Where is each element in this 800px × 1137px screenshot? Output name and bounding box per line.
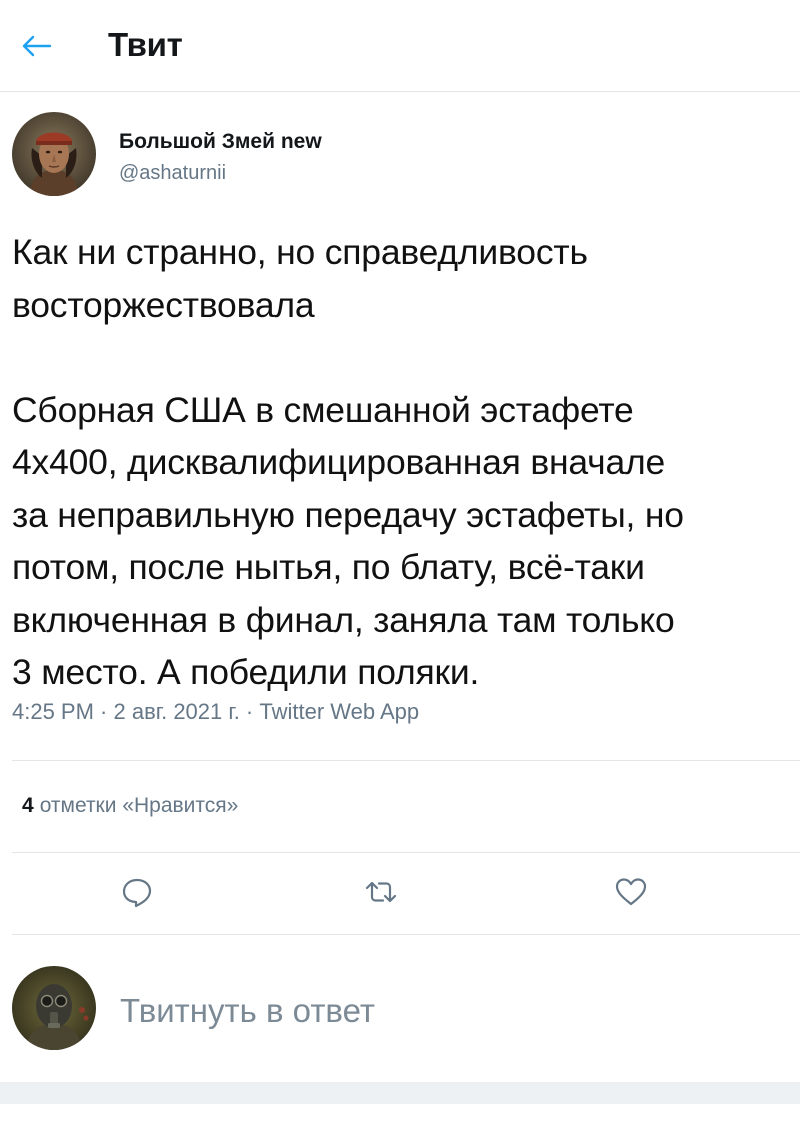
tweet-author: Большой Змей new @ashaturnii: [12, 112, 712, 202]
author-display-name[interactable]: Большой Змей new: [119, 128, 322, 156]
tweet-line: 3 место. А победили поляки.: [12, 652, 480, 692]
divider: [12, 934, 800, 935]
author-avatar[interactable]: [12, 112, 96, 196]
tweet-timestamp-source[interactable]: 4:25 PM · 2 авг. 2021 г. · Twitter Web A…: [12, 696, 419, 728]
tweet-body: Как ни странно, но справедливость востор…: [12, 226, 792, 699]
heart-icon: [615, 878, 647, 906]
tweet-line: потом, после нытья, по блату, всё-таки: [12, 547, 645, 587]
like-button[interactable]: [608, 872, 654, 912]
divider: [12, 852, 800, 853]
user-avatar[interactable]: [12, 966, 96, 1050]
likes-stat[interactable]: 4 отметки «Нравится»: [22, 790, 238, 822]
retweet-icon: [365, 881, 397, 903]
tweet-line: Как ни странно, но справедливость: [12, 232, 588, 272]
likes-count: 4: [22, 794, 34, 817]
reply-composer: [0, 936, 800, 1076]
retweet-button[interactable]: [358, 872, 404, 912]
tweet-line: за неправильную передачу эстафеты, но: [12, 494, 684, 535]
tweet-line: 4x400, дисквалифицированная вначале: [12, 442, 666, 482]
divider: [12, 760, 800, 761]
reply-button[interactable]: [114, 872, 160, 912]
back-button[interactable]: [14, 26, 58, 66]
arrow-left-icon: [22, 35, 52, 57]
section-separator: [0, 1082, 800, 1104]
likes-label: отметки «Нравится»: [39, 794, 239, 817]
top-bar: Твит: [0, 0, 800, 92]
tweet-line: Сборная США в смешанной эстафете: [12, 389, 634, 430]
tweet-line: восторжествовала: [12, 284, 315, 325]
reply-input[interactable]: [120, 988, 740, 1034]
author-handle[interactable]: @ashaturnii: [119, 159, 226, 187]
tweet-line: включенная в финал, заняла там только: [12, 599, 675, 640]
comment-icon: [122, 878, 152, 908]
page-title: Твит: [108, 26, 183, 63]
